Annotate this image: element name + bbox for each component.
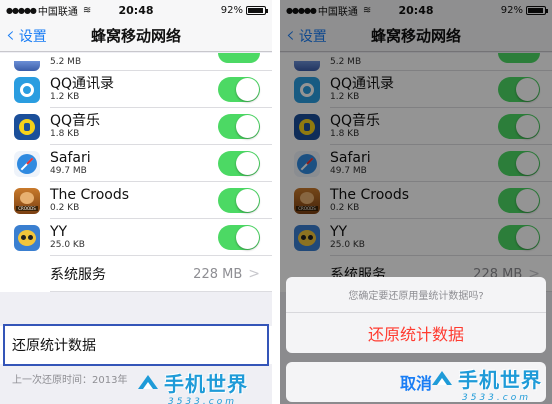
- system-services-usage: 228 MB: [193, 266, 243, 282]
- carrier-label: 中国联通: [37, 6, 78, 18]
- app-data-usage: 5.2 MB: [50, 57, 82, 67]
- app-name: YY: [50, 224, 68, 240]
- app-text: QQ通讯录 1.2 KB: [50, 76, 218, 103]
- app-text: 5.2 MB: [50, 57, 218, 68]
- status-bar: ●●●●● 中国联通 ≋ 20:48 92%: [0, 0, 272, 20]
- carrier: ●●●●● 中国联通 ≋: [6, 3, 91, 18]
- app-list: 5.2 MB QQ通讯录 1.2 KB QQ音乐 1.8 KB Safari 49.7 MB…: [0, 53, 272, 292]
- toggle-knob: [236, 152, 259, 175]
- watermark-logo-icon: [138, 374, 158, 389]
- app-row: 5.2 MB: [0, 53, 272, 71]
- the-croods-icon: CROODS: [14, 187, 40, 214]
- watermark: 手机世界 3533.com: [136, 368, 248, 404]
- watermark-sub: 3533.com: [168, 397, 237, 404]
- toggle-knob: [236, 78, 259, 101]
- cellular-toggle[interactable]: [218, 225, 260, 250]
- app-data-usage: 25.0 KB: [50, 240, 85, 250]
- confirm-reset-label: 还原统计数据: [367, 325, 464, 344]
- yy-icon: [14, 224, 40, 251]
- nav-bar: ‹ 设置 蜂窝移动网络: [0, 20, 272, 52]
- app-name: QQ通讯录: [50, 76, 115, 92]
- app-row: YY 25.0 KB: [0, 219, 272, 256]
- app-data-usage: 1.2 KB: [50, 92, 80, 102]
- app-row: Safari 49.7 MB: [0, 145, 272, 182]
- toggle-knob: [236, 226, 259, 249]
- app-text: Safari 49.7 MB: [50, 150, 218, 177]
- cellular-toggle[interactable]: [218, 188, 260, 213]
- back-label: 设置: [18, 28, 47, 45]
- chevron-right-icon: >: [248, 266, 260, 282]
- right-screen: ●●●●● 中国联通 ≋ 20:48 92% ‹ 设置 蜂窝移动网络 5.2 M…: [280, 0, 552, 404]
- cancel-label: 取消: [399, 374, 432, 393]
- cellular-toggle[interactable]: [218, 151, 260, 176]
- app-row: CROODS The Croods 0.2 KB: [0, 182, 272, 219]
- qq-music-icon: [14, 113, 40, 140]
- app-data-usage: 49.7 MB: [50, 166, 87, 176]
- app-text: QQ音乐 1.8 KB: [50, 113, 218, 140]
- app-name: QQ音乐: [50, 113, 101, 129]
- toggle-knob: [236, 189, 259, 212]
- app-text: The Croods 0.2 KB: [50, 187, 218, 214]
- system-services-row[interactable]: 系统服务 228 MB >: [0, 256, 272, 292]
- cancel-button[interactable]: 取消: [286, 362, 546, 402]
- cellular-toggle[interactable]: [218, 53, 260, 63]
- app-data-usage: 1.8 KB: [50, 129, 80, 139]
- signal-icon: ●●●●●: [6, 5, 37, 15]
- app-data-usage: 0.2 KB: [50, 203, 80, 213]
- battery-percent: 92%: [220, 4, 243, 16]
- reset-stats-label: 还原统计数据: [12, 338, 96, 354]
- battery-icon: [246, 5, 268, 15]
- cellular-toggle[interactable]: [218, 114, 260, 139]
- battery: 92%: [220, 4, 268, 16]
- chevron-left-icon: ‹: [6, 22, 15, 48]
- app-icon-partial: [14, 61, 40, 71]
- wifi-icon: ≋: [82, 4, 92, 16]
- app-text: YY 25.0 KB: [50, 224, 218, 251]
- reset-stats-button[interactable]: 还原统计数据: [0, 326, 272, 364]
- confirm-reset-button[interactable]: 还原统计数据: [286, 313, 546, 353]
- back-button[interactable]: ‹ 设置: [0, 22, 47, 48]
- cellular-toggle[interactable]: [218, 77, 260, 102]
- app-row: QQ通讯录 1.2 KB: [0, 71, 272, 108]
- last-reset-text: 上一次还原时间：2013年: [12, 375, 128, 386]
- toggle-knob: [236, 115, 259, 138]
- safari-icon: [14, 150, 40, 177]
- left-screen: ●●●●● 中国联通 ≋ 20:48 92% ‹ 设置 蜂窝移动网络 5.2 M…: [0, 0, 272, 404]
- qq-contacts-icon: [14, 76, 40, 103]
- action-sheet: 您确定要还原用量统计数据吗? 还原统计数据: [286, 277, 546, 353]
- system-services-label: 系统服务: [50, 267, 106, 283]
- watermark-text: 手机世界: [164, 372, 248, 396]
- app-name: Safari: [50, 150, 91, 166]
- app-name: The Croods: [50, 187, 130, 203]
- action-sheet-message: 您确定要还原用量统计数据吗?: [286, 277, 546, 313]
- app-row: QQ音乐 1.8 KB: [0, 108, 272, 145]
